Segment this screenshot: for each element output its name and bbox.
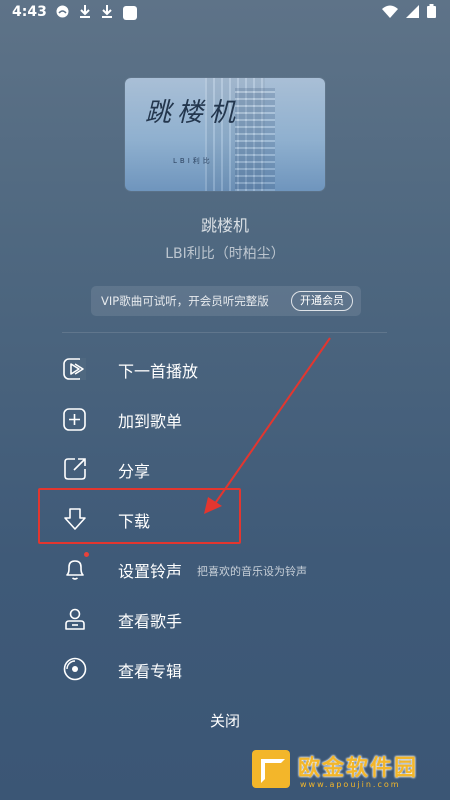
status-bar: 4:43 [0, 0, 450, 26]
new-badge-dot [84, 552, 89, 557]
watermark: 欧金软件园 www.apoujin.com [248, 748, 448, 798]
song-title: 跳楼机 [200, 216, 249, 235]
menu-label: 查看专辑 [118, 662, 183, 681]
menu-item-view-album[interactable]: 查看专辑 [0, 644, 450, 694]
album-icon [62, 656, 88, 682]
menu-label: 分享 [118, 462, 151, 481]
cover-title-art: 跳楼机 [145, 98, 242, 128]
app-icon [123, 6, 137, 20]
annotation-highlight-box [38, 488, 241, 544]
vip-promo-text: VIP歌曲可试听，开会员听完整版 [101, 294, 269, 308]
vip-promo-bar: VIP歌曲可试听，开会员听完整版 开通会员 [91, 286, 361, 316]
person-icon [62, 606, 88, 632]
close-button[interactable]: 关闭 [0, 710, 450, 731]
wifi-icon [382, 5, 398, 22]
watermark-url: www.apoujin.com [300, 780, 401, 789]
menu-label: 设置铃声 [118, 562, 183, 581]
menu-hint: 把喜欢的音乐设为铃声 [197, 565, 307, 578]
signal-icon [406, 4, 419, 22]
share-icon [62, 456, 88, 482]
play-next-icon [62, 356, 88, 382]
download-icon [79, 4, 91, 22]
status-time: 4:43 [12, 4, 47, 20]
status-notification-icons [56, 4, 137, 22]
open-vip-button[interactable]: 开通会员 [291, 291, 353, 311]
menu-label: 下一首播放 [118, 362, 199, 381]
menu-item-set-ringtone[interactable]: 设置铃声 把喜欢的音乐设为铃声 [0, 544, 450, 594]
battery-icon [427, 4, 436, 22]
add-to-playlist-icon [62, 406, 88, 432]
menu-label: 加到歌单 [118, 412, 183, 431]
menu-item-share[interactable]: 分享 [0, 444, 450, 494]
download-icon [101, 4, 113, 22]
menu-item-view-artist[interactable]: 查看歌手 [0, 594, 450, 644]
status-system-icons [382, 4, 436, 22]
menu-item-add-to-playlist[interactable]: 加到歌单 [0, 394, 450, 444]
android-icon [56, 5, 69, 22]
album-cover: 跳楼机 LBI利比 [125, 78, 325, 191]
divider [62, 332, 387, 333]
song-artist: LBI利比（时柏尘） [165, 246, 285, 262]
bell-icon [62, 556, 88, 582]
menu-item-play-next[interactable]: 下一首播放 [0, 344, 450, 394]
watermark-logo-icon [252, 750, 290, 788]
watermark-title: 欧金软件园 [298, 756, 419, 781]
cover-subtitle-art: LBI利比 [173, 157, 213, 165]
menu-label: 查看歌手 [118, 612, 183, 631]
